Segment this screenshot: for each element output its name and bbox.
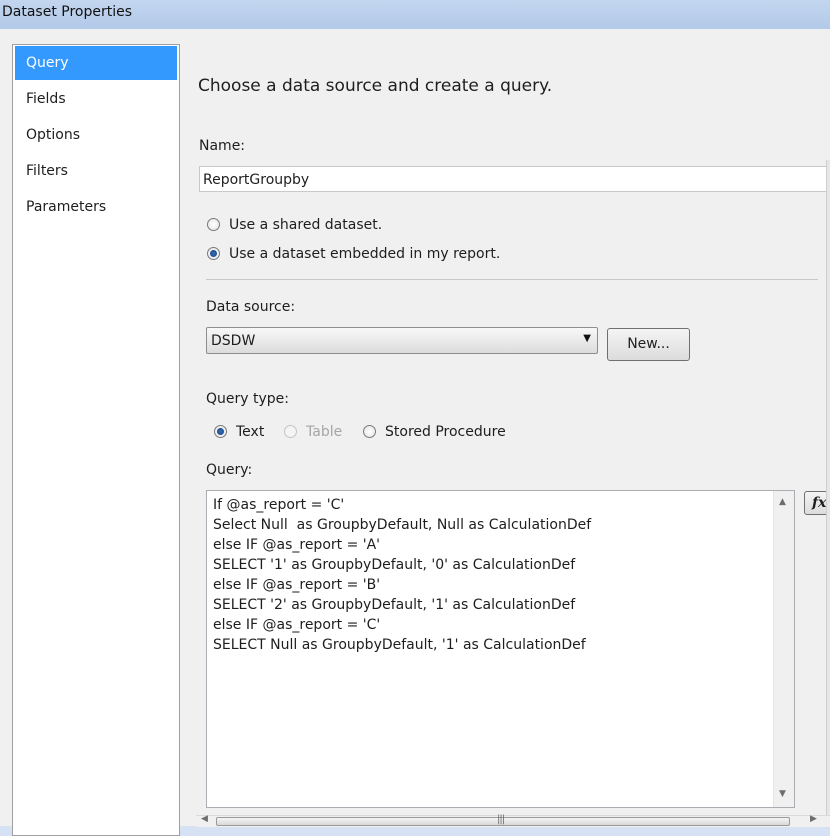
- query-line: else IF @as_report = 'A': [213, 537, 381, 553]
- query-type-text-label[interactable]: Text: [236, 424, 264, 440]
- title-bar: Dataset Properties: [0, 0, 830, 30]
- embedded-dataset-label[interactable]: Use a dataset embedded in my report.: [229, 246, 500, 262]
- grip-icon: |||: [497, 814, 505, 825]
- query-type-table-label: Table: [306, 424, 343, 440]
- query-label: Query:: [206, 462, 253, 478]
- embedded-dataset-radio[interactable]: [207, 247, 220, 260]
- horizontal-scrollbar[interactable]: ◀ ||| ▶: [196, 814, 830, 827]
- data-source-value: DSDW: [211, 333, 256, 349]
- nav-item-fields[interactable]: Fields: [15, 82, 177, 116]
- query-type-text-radio[interactable]: [214, 425, 227, 438]
- separator: [206, 279, 818, 280]
- shared-dataset-radio[interactable]: [207, 218, 220, 231]
- query-vertical-scrollbar[interactable]: ▲ ▼: [773, 491, 794, 807]
- shared-dataset-label[interactable]: Use a shared dataset.: [229, 217, 382, 233]
- query-line: If @as_report = 'C': [213, 497, 345, 513]
- scroll-left-icon[interactable]: ◀: [201, 814, 208, 824]
- query-type-label: Query type:: [206, 391, 289, 407]
- query-line: else IF @as_report = 'B': [213, 577, 381, 593]
- dropdown-arrow-icon: ▼: [583, 333, 591, 344]
- query-line: else IF @as_report = 'C': [213, 617, 381, 633]
- query-line: SELECT '1' as GroupbyDefault, '0' as Cal…: [213, 557, 576, 573]
- query-type-stored-procedure-radio[interactable]: [363, 425, 376, 438]
- query-line: SELECT Null as GroupbyDefault, '1' as Ca…: [213, 637, 586, 653]
- query-type-table-radio: [284, 425, 297, 438]
- nav-item-filters[interactable]: Filters: [15, 154, 177, 188]
- nav-item-query[interactable]: Query: [15, 46, 177, 80]
- page-heading: Choose a data source and create a query.: [198, 76, 553, 96]
- window-title: Dataset Properties: [2, 4, 133, 20]
- data-source-dropdown[interactable]: DSDW ▼: [206, 327, 598, 354]
- scroll-up-icon[interactable]: ▲: [779, 497, 786, 507]
- name-input[interactable]: ReportGroupby: [199, 166, 830, 192]
- query-text-editor[interactable]: If @as_report = 'C' Select Null as Groupb…: [206, 490, 795, 808]
- query-text: If @as_report = 'C' Select Null as Groupb…: [213, 495, 591, 655]
- horizontal-scroll-thumb[interactable]: |||: [216, 814, 790, 826]
- nav-item-parameters[interactable]: Parameters: [15, 190, 177, 224]
- scroll-down-icon[interactable]: ▼: [779, 789, 786, 799]
- nav-item-options[interactable]: Options: [15, 118, 177, 152]
- right-scrollbar-edge[interactable]: [826, 160, 830, 826]
- query-line: Select Null as GroupbyDefault, Null as C…: [213, 517, 592, 533]
- new-data-source-button[interactable]: New...: [607, 328, 690, 361]
- data-source-label: Data source:: [206, 299, 296, 315]
- nav-panel: Query Fields Options Filters Parameters: [12, 44, 180, 836]
- query-type-stored-procedure-label[interactable]: Stored Procedure: [385, 424, 506, 440]
- scroll-right-icon[interactable]: ▶: [810, 814, 817, 824]
- query-line: SELECT '2' as GroupbyDefault, '1' as Cal…: [213, 597, 576, 613]
- name-label: Name:: [199, 138, 246, 154]
